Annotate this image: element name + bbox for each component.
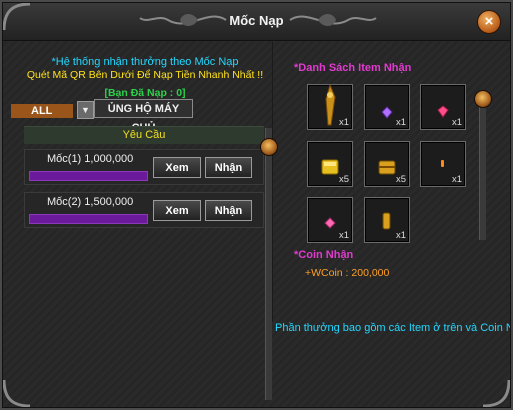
title-bar[interactable]: Mốc Nạp ×: [0, 0, 513, 41]
reward-summary-note: Phần thưởng bao gồm các Item ở trên và C…: [275, 322, 513, 334]
item-slot[interactable]: x5: [364, 141, 410, 187]
view-tier-1-button[interactable]: Xem: [153, 157, 201, 178]
item-count: x1: [395, 230, 406, 241]
requirement-header: Yêu Cầu: [24, 126, 264, 144]
window-title: Mốc Nạp: [229, 13, 284, 28]
tier-progress-bar: [29, 214, 148, 224]
tier-label: Mốc(1) 1,000,000: [47, 153, 134, 165]
item-list-scrollbar[interactable]: [479, 92, 486, 240]
item-slot[interactable]: x1: [307, 83, 353, 130]
close-button[interactable]: ×: [477, 10, 501, 34]
item-slot[interactable]: x1: [420, 84, 466, 130]
item-count: x1: [338, 117, 349, 128]
item-slot[interactable]: x1: [364, 84, 410, 130]
corner-ornament-icon: [2, 379, 31, 408]
item-list-header: *Danh Sách Item Nhận: [294, 62, 412, 74]
support-server-button[interactable]: ỦNG HỘ MÁY CHỦ: [94, 99, 193, 134]
item-scroll-thumb[interactable]: [474, 90, 492, 108]
claim-tier-1-button[interactable]: Nhận: [205, 157, 252, 178]
item-slot[interactable]: x5: [307, 141, 353, 187]
claim-tier-2-button[interactable]: Nhận: [205, 200, 252, 221]
item-count: x1: [338, 230, 349, 241]
deposited-amount-label: [Bạn Đã Nạp : 0]: [104, 87, 186, 99]
panel-divider: [272, 42, 273, 322]
coin-reward-value: +WCoin : 200,000: [305, 267, 390, 279]
reward-info-note: *Hệ thống nhận thưởng theo Mốc Nạp: [51, 56, 239, 68]
tier-scroll-thumb[interactable]: [260, 138, 278, 156]
coin-reward-header: *Coin Nhận: [294, 249, 354, 261]
item-count: x5: [338, 174, 349, 185]
corner-ornament-icon: [2, 2, 31, 31]
filter-select[interactable]: ALL: [11, 104, 73, 118]
qr-deposit-note: Quét Mã QR Bên Dưới Để Nạp Tiền Nhanh Nh…: [26, 69, 264, 81]
item-slot[interactable]: x1: [420, 141, 466, 187]
tier-label: Mốc(2) 1,500,000: [47, 196, 134, 208]
item-count: x1: [451, 174, 462, 185]
item-slot[interactable]: x1: [307, 197, 353, 243]
item-slot[interactable]: x1: [364, 197, 410, 243]
item-count: x1: [451, 117, 462, 128]
view-tier-2-button[interactable]: Xem: [153, 200, 201, 221]
corner-ornament-icon: [482, 379, 511, 408]
deposit-milestone-window: Mốc Nạp × *Hệ thống nhận thưởng theo Mốc…: [0, 0, 513, 410]
tier-progress-bar: [29, 171, 148, 181]
chevron-down-icon[interactable]: ▼: [77, 101, 94, 119]
tier-list-scrollbar[interactable]: [265, 128, 272, 400]
item-count: x1: [395, 117, 406, 128]
item-count: x5: [395, 174, 406, 185]
